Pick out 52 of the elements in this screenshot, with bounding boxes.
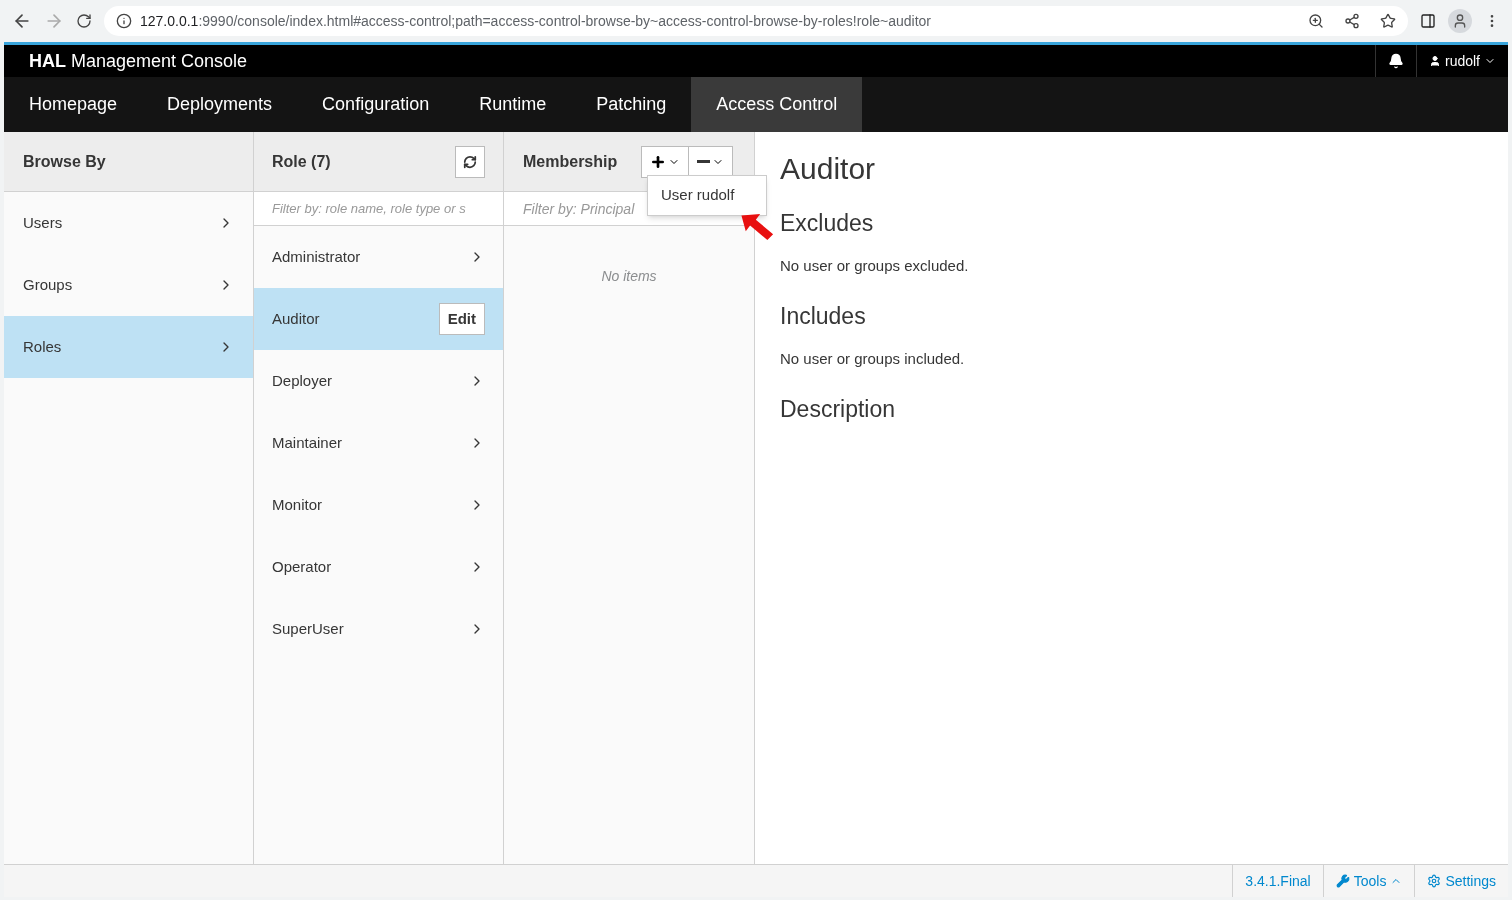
section-heading: Excludes <box>780 209 874 238</box>
nav-tab[interactable]: Configuration <box>297 77 455 132</box>
version-link[interactable]: 3.4.1.Final <box>1232 865 1323 897</box>
settings-link[interactable]: Settings <box>1414 865 1508 897</box>
side-panel-icon[interactable] <box>1420 13 1436 29</box>
info-icon[interactable] <box>116 13 132 29</box>
section-text: No user or groups included. <box>780 348 965 369</box>
add-dropdown-button[interactable] <box>641 145 690 178</box>
notification-icon[interactable] <box>1387 53 1404 69</box>
empty-message: No items <box>601 267 657 286</box>
zoom-icon[interactable] <box>1308 13 1324 29</box>
settings-icon <box>1427 874 1442 888</box>
filter-field[interactable]: Filter by: role name, role type or s <box>254 192 503 226</box>
user-icon <box>1428 55 1441 67</box>
nav-tab[interactable]: Access Control <box>691 77 863 132</box>
column-title: Role (7) <box>272 151 331 172</box>
section-heading: Description <box>780 395 896 424</box>
address-bar[interactable]: 127.0.0.1:9990/console/index.html#access-control;path=access-control-browse-by~access-control-browse-by-roles!role~auditor <box>104 6 1408 36</box>
browse-item[interactable]: Roles <box>4 316 253 378</box>
nav-tab[interactable]: Homepage <box>4 77 143 132</box>
role-item[interactable]: Monitor <box>254 474 503 536</box>
role-item[interactable]: Auditor Edit <box>254 288 503 350</box>
column-title: Membership <box>523 151 618 172</box>
browse-item[interactable]: Groups <box>4 254 253 316</box>
url-text: 127.0.0.1:9990/console/index.html#access-control;path=access-control-browse-by~access-control-browse-by-roles!role~auditor <box>140 11 931 31</box>
role-item[interactable]: Administrator <box>254 226 503 288</box>
remove-dropdown-button[interactable] <box>689 145 734 178</box>
pointer-arrow-icon <box>740 212 776 242</box>
role-item[interactable]: Maintainer <box>254 412 503 474</box>
role-item[interactable]: Operator <box>254 536 503 598</box>
brand-title: HAL Management Console <box>28 49 248 73</box>
role-item[interactable]: SuperUser <box>254 598 503 660</box>
detail-title: Auditor <box>780 154 876 184</box>
refresh-button[interactable] <box>455 145 485 178</box>
minus-icon <box>697 160 711 163</box>
role-item[interactable]: Deployer <box>254 350 503 412</box>
star-icon[interactable] <box>1380 13 1396 29</box>
browse-item[interactable]: Users <box>4 192 253 254</box>
tools-menu[interactable]: Tools <box>1322 865 1415 897</box>
profile-icon[interactable] <box>1448 9 1472 33</box>
nav-tab[interactable]: Runtime <box>454 77 572 132</box>
nav-tab[interactable]: Deployments <box>142 77 298 132</box>
wrench-icon <box>1335 874 1350 888</box>
share-icon[interactable] <box>1344 13 1360 29</box>
nav-tab[interactable]: Patching <box>571 77 692 132</box>
edit-button[interactable]: Edit <box>438 303 485 335</box>
refresh-icon <box>463 154 477 169</box>
column-title: Browse By <box>23 151 106 172</box>
section-heading: Includes <box>780 302 866 331</box>
section-text: No user or groups excluded. <box>780 255 969 276</box>
reload-icon[interactable] <box>76 13 92 29</box>
plus-icon <box>650 153 667 170</box>
